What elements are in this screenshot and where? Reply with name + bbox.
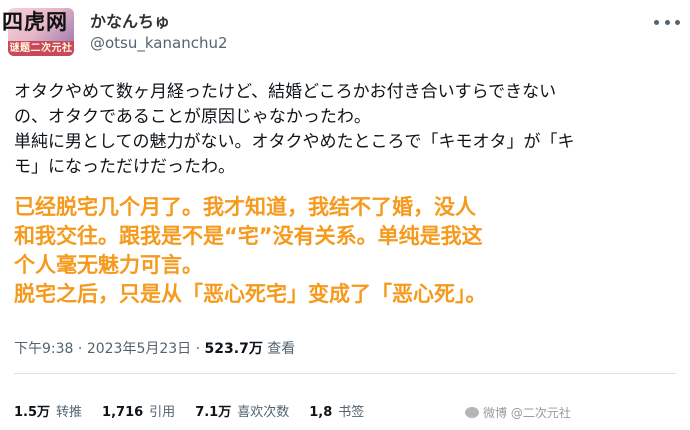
bookmarks-label: 书签 <box>338 405 365 420</box>
meta-separator: · <box>77 341 83 357</box>
author-display-name[interactable]: かなんちゅ <box>90 8 170 32</box>
likes-count: 7.1万 <box>195 405 232 420</box>
tweet-meta: 下午9:38 · 2023年5月23日 · 523.7万 查看 <box>14 338 295 358</box>
avatar-tag: 谜题二次元社 <box>8 41 74 56</box>
tweet-jp-line-1b: の、オタクであることが原因じゃなかったわ。 <box>14 107 371 127</box>
bookmarks-count: 1,8 <box>309 405 333 420</box>
tweet-cn-line: 个人毫无魅力可言。 <box>14 253 203 277</box>
view-count: 523.7万 <box>204 341 263 357</box>
tweet-jp-line-2b: モ」になっただけだったわ。 <box>14 157 235 177</box>
weibo-watermark: 微博 @二次元社 <box>465 404 571 421</box>
tweet-jp-line-1a: オタクやめて数ヶ月経ったけど、結婚どころかお付き合いすらできない <box>14 82 557 102</box>
dot <box>664 19 670 25</box>
divider <box>14 373 676 374</box>
tweet-time[interactable]: 下午9:38 <box>14 341 73 357</box>
retweets-stat[interactable]: 1.5万 转推 <box>14 401 82 420</box>
quotes-count: 1,716 <box>102 405 144 420</box>
tweet-cn-line: 和我交往。跟我是不是“宅”没有关系。单纯是我这 <box>14 224 483 248</box>
bookmarks-stat[interactable]: 1,8 书签 <box>309 401 364 420</box>
weibo-icon <box>465 407 479 418</box>
retweets-label: 转推 <box>56 405 83 420</box>
tweet-text-jp: オタクやめて数ヶ月経ったけど、結婚どころかお付き合いすらできない の、オタクであ… <box>14 80 684 180</box>
tweet-date[interactable]: 2023年5月23日 <box>87 341 191 357</box>
quotes-label: 引用 <box>149 405 176 420</box>
engagement-stats: 1.5万 转推 1,716 引用 7.1万 喜欢次数 1,8 书签 <box>14 401 364 420</box>
more-options-icon[interactable] <box>654 14 680 30</box>
likes-stat[interactable]: 7.1万 喜欢次数 <box>195 401 289 420</box>
meta-separator: · <box>195 341 201 357</box>
dot <box>654 19 659 25</box>
likes-label: 喜欢次数 <box>237 405 290 420</box>
dot <box>675 19 680 25</box>
tweet-translation-cn: 已经脱宅几个月了。我才知道，我结不了婚，没人 和我交往。跟我是不是“宅”没有关系… <box>14 193 690 309</box>
author-handle[interactable]: @otsu_kananchu2 <box>90 34 228 52</box>
tweet-jp-line-2a: 単純に男としての魅力がない。オタクやめたところで「キモオタ」が「キ <box>14 132 575 152</box>
views-label: 查看 <box>267 341 296 357</box>
weibo-watermark-text: 微博 @二次元社 <box>483 406 571 420</box>
tweet-cn-line: 脱宅之后，只是从「恶心死宅」变成了「恶心死」。 <box>14 282 487 306</box>
tweet-cn-line: 已经脱宅几个月了。我才知道，我结不了婚，没人 <box>14 195 476 219</box>
quotes-stat[interactable]: 1,716 引用 <box>102 401 175 420</box>
retweets-count: 1.5万 <box>14 405 51 420</box>
site-watermark: 四虎网 <box>2 10 68 34</box>
